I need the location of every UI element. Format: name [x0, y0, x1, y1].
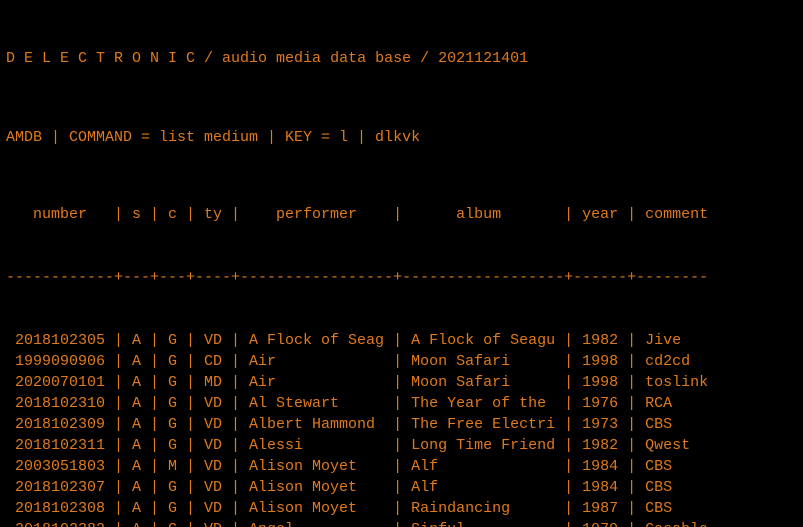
table-row: 2018102382 | A | G | VD | Angel | Sinful… [6, 519, 797, 527]
command-line: AMDB | COMMAND = list medium | KEY = l |… [6, 127, 797, 148]
table-row: 2018102310 | A | G | VD | Al Stewart | T… [6, 393, 797, 414]
table-row: 2003051803 | A | M | VD | Alison Moyet |… [6, 456, 797, 477]
version-text: 2021121401 [438, 50, 528, 67]
table-row: 2020070101 | A | G | MD | Air | Moon Saf… [6, 372, 797, 393]
table-row: 2018102305 | A | G | VD | A Flock of Sea… [6, 330, 797, 351]
table-row: 2018102311 | A | G | VD | Alessi | Long … [6, 435, 797, 456]
terminal-screen[interactable]: D E L E C T R O N I C / audio media data… [0, 0, 803, 527]
table-row: 2018102308 | A | G | VD | Alison Moyet |… [6, 498, 797, 519]
table-row: 2018102307 | A | G | VD | Alison Moyet |… [6, 477, 797, 498]
title-line: D E L E C T R O N I C / audio media data… [6, 48, 797, 69]
table-body: 2018102305 | A | G | VD | A Flock of Sea… [6, 330, 797, 527]
table-divider: ------------+---+---+----+--------------… [6, 267, 797, 288]
brand-text: D E L E C T R O N I C [6, 50, 195, 67]
table-header: number | s | c | ty | performer | album … [6, 204, 797, 225]
subtitle-text: audio media data base [222, 50, 411, 67]
table-row: 2018102309 | A | G | VD | Albert Hammond… [6, 414, 797, 435]
table-row: 1999090906 | A | G | CD | Air | Moon Saf… [6, 351, 797, 372]
